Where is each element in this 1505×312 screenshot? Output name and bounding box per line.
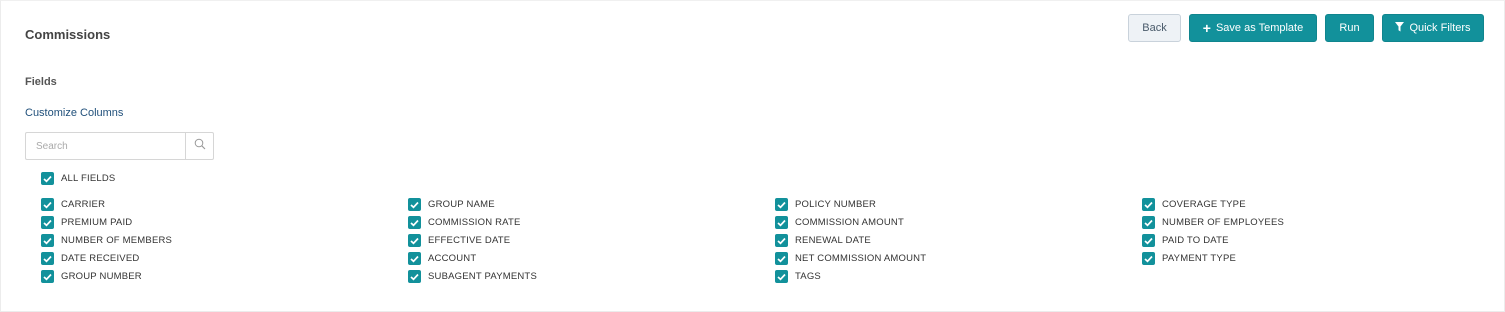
checkmark-icon <box>1142 216 1155 229</box>
field-checkbox[interactable]: NUMBER OF MEMBERS <box>41 234 172 247</box>
back-button-label: Back <box>1142 22 1167 34</box>
field-checkbox[interactable]: ACCOUNT <box>408 252 476 265</box>
run-button[interactable]: Run <box>1325 14 1374 42</box>
field-checkbox-label: NET COMMISSION AMOUNT <box>795 253 927 264</box>
field-checkbox-label: ACCOUNT <box>428 253 477 264</box>
checkmark-icon <box>1142 234 1155 247</box>
search-icon <box>194 137 206 155</box>
search-input[interactable] <box>25 132 185 160</box>
field-checkbox-label: POLICY NUMBER <box>795 199 877 210</box>
plus-icon: + <box>1202 20 1211 36</box>
checkmark-icon <box>41 234 54 247</box>
field-checkbox[interactable]: NUMBER OF EMPLOYEES <box>1142 216 1284 229</box>
checkmark-icon <box>775 198 788 211</box>
field-checkbox[interactable]: NET COMMISSION AMOUNT <box>775 252 926 265</box>
field-checkbox[interactable]: PREMIUM PAID <box>41 216 132 229</box>
field-checkbox[interactable]: GROUP NUMBER <box>41 270 142 283</box>
checkmark-icon <box>1142 198 1155 211</box>
field-checkbox-label: COMMISSION AMOUNT <box>795 217 904 228</box>
checkmark-icon <box>408 252 421 265</box>
back-button[interactable]: Back <box>1128 14 1181 42</box>
field-checkbox-label: GROUP NAME <box>428 199 495 210</box>
field-checkbox[interactable]: CARRIER <box>41 198 105 211</box>
field-checkbox[interactable]: PAYMENT TYPE <box>1142 252 1236 265</box>
field-checkbox[interactable]: PAID TO DATE <box>1142 234 1229 247</box>
field-checkbox[interactable]: COVERAGE TYPE <box>1142 198 1246 211</box>
all-fields-checkbox[interactable]: ALL FIELDS <box>41 172 115 185</box>
field-checkbox-label: COMMISSION RATE <box>428 217 521 228</box>
field-search <box>25 132 214 160</box>
field-checkbox[interactable]: DATE RECEIVED <box>41 252 139 265</box>
field-checkbox-label: SUBAGENT PAYMENTS <box>428 271 537 282</box>
toolbar: Back + Save as Template Run Quick Filter… <box>1128 14 1484 42</box>
field-checkbox-label: GROUP NUMBER <box>61 271 142 282</box>
field-checkbox-label: DATE RECEIVED <box>61 253 140 264</box>
field-checkbox[interactable]: GROUP NAME <box>408 198 495 211</box>
field-checkbox-label: COVERAGE TYPE <box>1162 199 1246 210</box>
field-checkbox-label: PREMIUM PAID <box>61 217 133 228</box>
save-as-template-button[interactable]: + Save as Template <box>1189 14 1317 42</box>
all-fields-label: ALL FIELDS <box>61 173 116 184</box>
customize-columns-link[interactable]: Customize Columns <box>25 107 123 119</box>
quick-filters-button[interactable]: Quick Filters <box>1382 14 1484 42</box>
checkmark-icon <box>41 252 54 265</box>
field-checkbox-label: CARRIER <box>61 199 106 210</box>
field-checkbox[interactable]: EFFECTIVE DATE <box>408 234 510 247</box>
checkmark-icon <box>408 198 421 211</box>
checkmark-icon <box>775 234 788 247</box>
field-checkbox[interactable]: COMMISSION RATE <box>408 216 521 229</box>
checkmark-icon <box>41 270 54 283</box>
field-checkbox[interactable]: COMMISSION AMOUNT <box>775 216 904 229</box>
checkmark-icon <box>775 270 788 283</box>
fields-section-label: Fields <box>25 76 57 88</box>
field-checkbox[interactable]: RENEWAL DATE <box>775 234 871 247</box>
field-checkbox[interactable]: TAGS <box>775 270 821 283</box>
checkmark-icon <box>775 216 788 229</box>
field-checkbox-label: TAGS <box>795 271 821 282</box>
field-checkbox-label: NUMBER OF EMPLOYEES <box>1162 217 1285 228</box>
checkmark-icon <box>41 198 54 211</box>
field-checkbox-label: NUMBER OF MEMBERS <box>61 235 173 246</box>
report-panel <box>0 0 1505 312</box>
checkmark-icon <box>41 172 54 185</box>
checkmark-icon <box>41 216 54 229</box>
checkmark-icon <box>408 216 421 229</box>
field-checkbox-label: PAID TO DATE <box>1162 235 1229 246</box>
save-button-label: Save as Template <box>1215 22 1304 34</box>
field-checkbox[interactable]: SUBAGENT PAYMENTS <box>408 270 537 283</box>
checkmark-icon <box>775 252 788 265</box>
checkmark-icon <box>1142 252 1155 265</box>
run-button-label: Run <box>1339 22 1360 34</box>
page-title: Commissions <box>25 27 111 42</box>
search-button[interactable] <box>185 132 214 160</box>
checkmark-icon <box>408 270 421 283</box>
quick-filters-label: Quick Filters <box>1409 22 1471 34</box>
checkmark-icon <box>408 234 421 247</box>
filter-icon <box>1395 21 1405 35</box>
field-checkbox[interactable]: POLICY NUMBER <box>775 198 876 211</box>
field-checkbox-label: PAYMENT TYPE <box>1162 253 1237 264</box>
field-checkbox-label: EFFECTIVE DATE <box>428 235 511 246</box>
field-checkbox-label: RENEWAL DATE <box>795 235 871 246</box>
